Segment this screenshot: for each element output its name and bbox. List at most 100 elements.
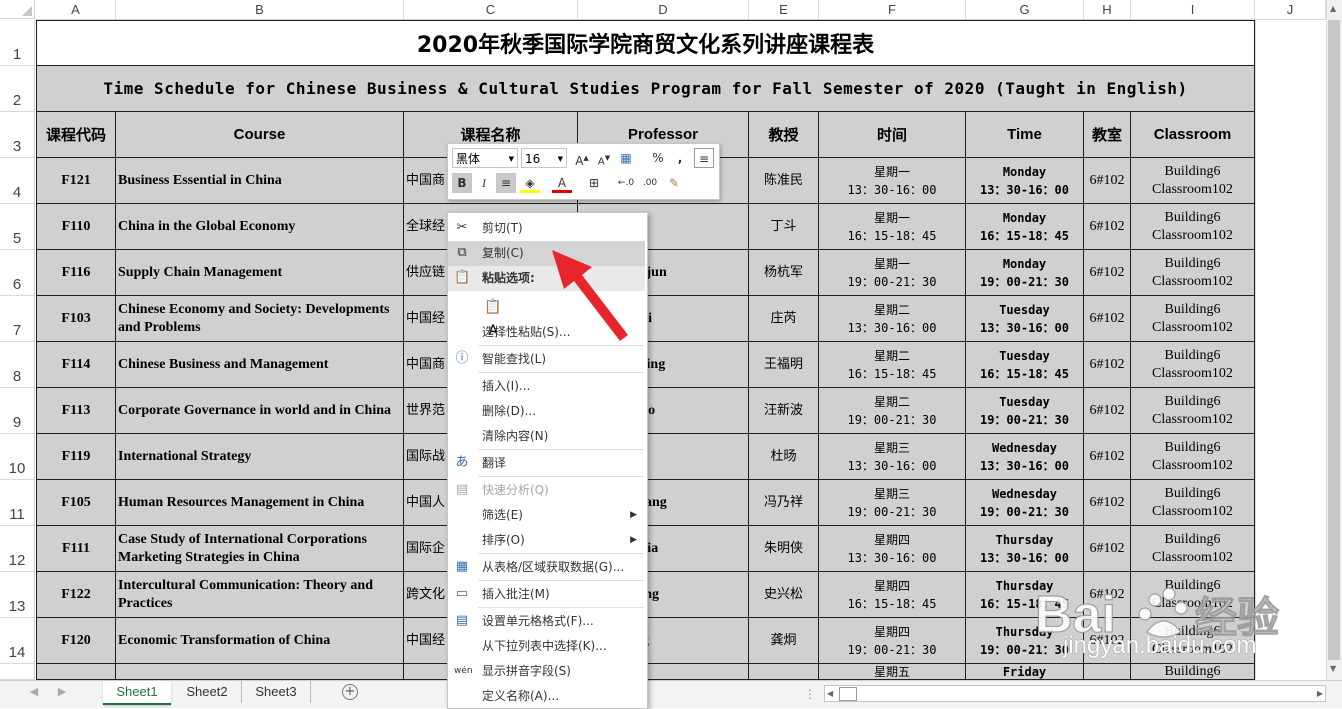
column-header-g[interactable]: G <box>966 0 1084 19</box>
column-header-c[interactable]: C <box>404 0 578 19</box>
splitter-handle-icon[interactable]: ⋮ <box>804 687 816 701</box>
menu-item-smart-lookup[interactable]: ⓘ 智能查找(L) <box>448 347 645 372</box>
align-center-icon[interactable]: ≡ <box>496 173 516 193</box>
course-name-en-cell[interactable]: Supply Chain Management <box>116 250 404 296</box>
course-name-en-cell[interactable]: International Strategy <box>116 434 404 480</box>
course-code-cell[interactable]: F120 <box>36 618 116 664</box>
vertical-scroll-thumb[interactable] <box>1328 20 1340 660</box>
course-name-en-cell[interactable]: Business Essential in China <box>116 158 404 204</box>
row-header-14[interactable]: 14 <box>0 618 35 664</box>
course-code-cell[interactable]: F110 <box>36 204 116 250</box>
row-header-13[interactable]: 13 <box>0 572 35 618</box>
column-header-f[interactable]: F <box>819 0 966 19</box>
time-en-cell[interactable]: Friday <box>966 664 1084 680</box>
room-cell[interactable]: 6#102 <box>1084 342 1131 388</box>
header-room_cn[interactable]: 教室 <box>1084 112 1131 158</box>
professor-cn-cell[interactable]: 朱明侠 <box>749 526 819 572</box>
column-header-b[interactable]: B <box>116 0 404 19</box>
course-name-en-cell[interactable]: Case Study of International Corporations… <box>116 526 404 572</box>
menu-item-get-data[interactable]: ▦ 从表格/区域获取数据(G)... <box>448 555 645 580</box>
menu-item-quick-analysis[interactable]: ▤ 快速分析(Q) <box>448 478 645 503</box>
room-cell[interactable]: 6#102 <box>1084 250 1131 296</box>
professor-cn-cell[interactable]: 陈准民 <box>749 158 819 204</box>
course-name-en-cell[interactable]: Chinese Economy and Society: Development… <box>116 296 404 342</box>
time-cn-cell[interactable]: 星期三 19：00-21：30 <box>819 480 966 526</box>
professor-cn-cell[interactable]: 史兴松 <box>749 572 819 618</box>
classroom-cell[interactable]: Building6 Classroom102 <box>1131 342 1255 388</box>
horizontal-scrollbar[interactable]: ◀ ▶ <box>824 685 1326 702</box>
course-code-cell[interactable]: F111 <box>36 526 116 572</box>
professor-cn-cell[interactable]: 冯乃祥 <box>749 480 819 526</box>
row-header-11[interactable]: 11 <box>0 480 35 526</box>
room-cell[interactable] <box>1084 664 1131 680</box>
tab-sheet1[interactable]: Sheet1 <box>103 681 171 705</box>
classroom-cell[interactable]: Building6 Classroom102 <box>1131 204 1255 250</box>
row-header-10[interactable]: 10 <box>0 434 35 480</box>
room-cell[interactable]: 6#102 <box>1084 204 1131 250</box>
room-cell[interactable]: 6#102 <box>1084 572 1131 618</box>
professor-cn-cell[interactable]: 龚炯 <box>749 618 819 664</box>
course-name-en-cell[interactable]: Human Resources Management in China <box>116 480 404 526</box>
menu-item-clear[interactable]: 清除内容(N) <box>448 424 645 449</box>
time-en-cell[interactable]: Tuesday 16：15-18：45 <box>966 342 1084 388</box>
row-header-1[interactable]: 1 <box>0 20 35 66</box>
scroll-down-icon[interactable]: ▼ <box>1330 664 1336 673</box>
header-course[interactable]: Course <box>116 112 404 158</box>
professor-cn-cell[interactable]: 杨杭军 <box>749 250 819 296</box>
course-name-en-cell[interactable]: Economic Transformation of China <box>116 618 404 664</box>
time-cn-cell[interactable]: 星期四 13：30-16：00 <box>819 526 966 572</box>
time-cn-cell[interactable]: 星期一 19：00-21：30 <box>819 250 966 296</box>
room-cell[interactable]: 6#102 <box>1084 526 1131 572</box>
time-en-cell[interactable]: Thursday 13：30-16：00 <box>966 526 1084 572</box>
header-code[interactable]: 课程代码 <box>36 112 116 158</box>
font-size-select[interactable]: 16 ▼ <box>521 148 567 168</box>
time-cn-cell[interactable]: 星期五 <box>819 664 966 680</box>
header-classroom[interactable]: Classroom <box>1131 112 1255 158</box>
menu-item-insert[interactable]: 插入(I)... <box>448 374 645 399</box>
scroll-right-icon[interactable]: ▶ <box>1317 686 1323 701</box>
title-cn-cell[interactable]: 2020年秋季国际学院商贸文化系列讲座课程表 <box>36 20 1255 66</box>
menu-item-insert-comment[interactable]: ▭ 插入批注(M) <box>448 582 645 607</box>
time-en-cell[interactable]: Thursday 19：00-21：30 <box>966 618 1084 664</box>
time-en-cell[interactable]: Thursday 16：15-18：45 <box>966 572 1084 618</box>
paste-text-only-icon[interactable]: 📋A <box>480 294 506 339</box>
course-name-en-cell[interactable] <box>116 664 404 680</box>
classroom-cell[interactable]: Building6 Classroom102 <box>1131 480 1255 526</box>
professor-cn-cell[interactable]: 汪新波 <box>749 388 819 434</box>
course-name-en-cell[interactable]: Corporate Governance in world and in Chi… <box>116 388 404 434</box>
fill-color-icon[interactable]: ◈ <box>520 173 540 193</box>
time-en-cell[interactable]: Wednesday 13：30-16：00 <box>966 434 1084 480</box>
course-code-cell[interactable]: F105 <box>36 480 116 526</box>
classroom-cell[interactable]: Building6 Classroom102 <box>1131 572 1255 618</box>
font-name-select[interactable]: 黑体 ▼ <box>452 148 518 168</box>
course-code-cell[interactable]: F116 <box>36 250 116 296</box>
course-name-en-cell[interactable]: Intercultural Communication: Theory and … <box>116 572 404 618</box>
course-code-cell[interactable]: F121 <box>36 158 116 204</box>
borders-icon[interactable]: ⊞ <box>584 173 604 193</box>
header-prof_cn[interactable]: 教授 <box>749 112 819 158</box>
menu-item-sort[interactable]: 排序(O) ▶ <box>448 528 645 553</box>
column-header-d[interactable]: D <box>578 0 749 19</box>
tab-sheet3[interactable]: Sheet3 <box>242 681 311 703</box>
scroll-up-icon[interactable]: ▲ <box>1330 4 1336 13</box>
row-header-8[interactable]: 8 <box>0 342 35 388</box>
row-header-4[interactable]: 4 <box>0 158 35 204</box>
classroom-cell[interactable]: Building6 Classroom102 <box>1131 250 1255 296</box>
room-cell[interactable]: 6#102 <box>1084 618 1131 664</box>
row-header-9[interactable]: 9 <box>0 388 35 434</box>
next-sheet-icon[interactable]: ▶ <box>56 685 68 699</box>
course-code-cell[interactable]: F114 <box>36 342 116 388</box>
professor-cn-cell[interactable] <box>749 664 819 680</box>
column-header-e[interactable]: E <box>749 0 819 19</box>
number-format-icon[interactable]: ▦ <box>616 148 636 168</box>
professor-cn-cell[interactable]: 丁斗 <box>749 204 819 250</box>
professor-cn-cell[interactable]: 庄芮 <box>749 296 819 342</box>
increase-decimal-icon[interactable]: ←.0 <box>616 173 636 193</box>
course-code-cell[interactable]: F119 <box>36 434 116 480</box>
time-en-cell[interactable]: Monday 13：30-16：00 <box>966 158 1084 204</box>
column-header-a[interactable]: A <box>36 0 116 19</box>
time-cn-cell[interactable]: 星期一 16：15-18：45 <box>819 204 966 250</box>
classroom-cell[interactable]: Building6 Classroom102 <box>1131 388 1255 434</box>
time-cn-cell[interactable]: 星期四 16：15-18：45 <box>819 572 966 618</box>
horizontal-scroll-thumb[interactable] <box>839 687 857 701</box>
